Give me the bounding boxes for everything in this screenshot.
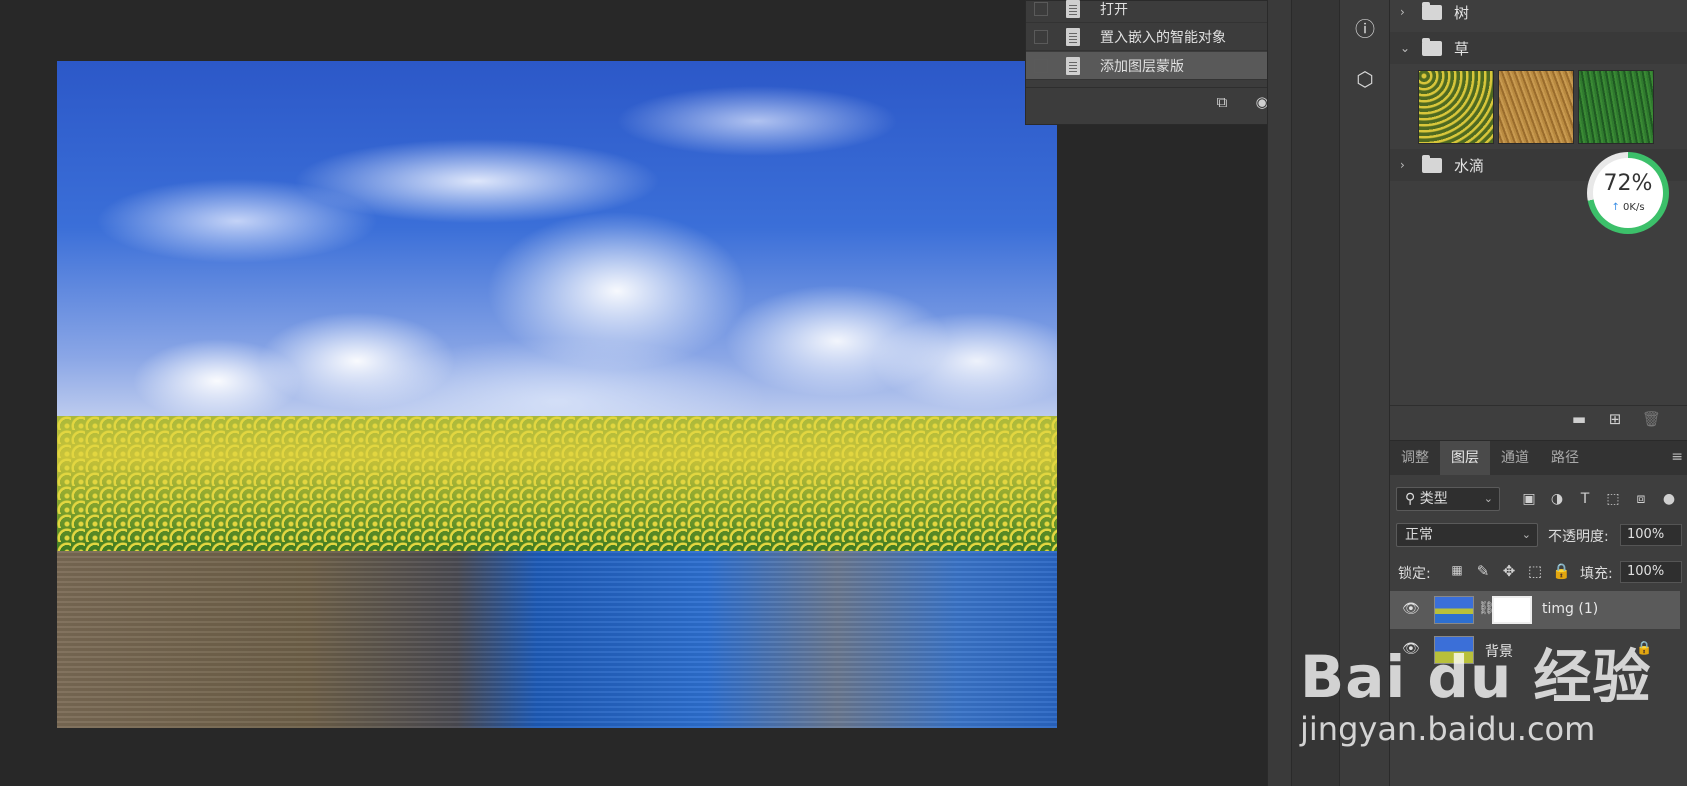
folder-open-icon <box>1422 37 1442 56</box>
add-element-icon[interactable]: ⊞ <box>1606 410 1624 428</box>
network-speed-badge: 72% ↑ 0K/s <box>1587 152 1669 234</box>
visibility-eye-icon[interactable]: 👁 <box>1402 641 1420 657</box>
lock-label: 锁定: <box>1398 566 1431 582</box>
lock-all-icon[interactable]: 🔒 <box>1552 562 1571 580</box>
fill-label: 填充: <box>1580 566 1613 582</box>
lock-artboard-icon[interactable]: ⬚ <box>1526 562 1544 580</box>
history-checkbox[interactable] <box>1034 29 1048 44</box>
library-group-label: 水滴 <box>1454 156 1485 175</box>
history-item-label: 添加图层蒙版 <box>1100 58 1184 75</box>
lock-image-pixels-brush-icon[interactable]: ✎ <box>1474 562 1492 580</box>
panel-collapse-strip[interactable] <box>1267 0 1291 786</box>
arrow-up-icon: ↑ <box>1611 202 1620 213</box>
library-group-label: 树 <box>1454 3 1470 22</box>
layer-mask-thumbnail[interactable] <box>1492 596 1532 624</box>
lock-position-move-icon[interactable]: ✥ <box>1500 562 1518 580</box>
delete-trash-icon[interactable]: 🗑 <box>1642 410 1661 428</box>
filter-type-value: 类型 <box>1419 491 1448 507</box>
canvas-rapeseed-field <box>57 416 1057 551</box>
folder-icon <box>1422 154 1442 173</box>
history-item-label: 打开 <box>1100 1 1128 18</box>
tab-layers[interactable]: 图层 <box>1440 441 1490 475</box>
tab-channels[interactable]: 通道 <box>1490 441 1540 475</box>
panel-tabs: 调整 图层 通道 路径 <box>1390 441 1687 475</box>
filter-type-icon[interactable]: T <box>1576 490 1594 508</box>
layer-thumbnail <box>1434 636 1474 664</box>
lock-icon: 🔒 <box>1636 641 1653 656</box>
opacity-label: 不透明度: <box>1548 529 1609 545</box>
chevron-down-icon[interactable]: ⌄ <box>1400 41 1414 55</box>
chevron-right-icon[interactable]: › <box>1400 5 1414 19</box>
chevron-down-icon: ⌄ <box>1521 528 1531 541</box>
opacity-input[interactable]: 100% <box>1620 524 1682 546</box>
new-document-from-state-icon[interactable]: ⧉ <box>1213 94 1231 110</box>
speed-percent: 72% <box>1603 171 1653 196</box>
speed-rate-value: 0K/s <box>1623 202 1645 213</box>
library-thumbnail-yellow-grass[interactable] <box>1418 70 1494 144</box>
visibility-eye-icon[interactable]: 👁 <box>1402 601 1420 617</box>
divider <box>1390 405 1687 406</box>
layer-filter-select[interactable]: ⚲ 类型 ⌄ <box>1396 487 1500 511</box>
library-thumbnail-dry-grass[interactable] <box>1498 70 1574 144</box>
history-checkbox[interactable] <box>1034 58 1048 73</box>
library-thumbnail-green-grass[interactable] <box>1578 70 1654 144</box>
layer-name: timg (1) <box>1542 601 1599 617</box>
chevron-down-icon: ⌄ <box>1483 492 1493 505</box>
search-icon: ⚲ <box>1405 491 1416 507</box>
3d-cube-icon[interactable]: ⬡ <box>1352 66 1378 92</box>
folder-icon <box>1422 1 1442 20</box>
filter-shape-icon[interactable]: ⬚ <box>1604 490 1622 508</box>
layers-panel: 调整 图层 通道 路径 ≡ ⚲ 类型 ⌄ ▣ ◑ T ⬚ ⧈ ● 正常 ⌄ 不透… <box>1389 440 1687 786</box>
canvas-water-reflection <box>57 551 1057 728</box>
history-checkbox[interactable] <box>1034 1 1048 16</box>
history-item-label: 置入嵌入的智能对象 <box>1100 29 1226 46</box>
chevron-right-icon[interactable]: › <box>1400 158 1414 172</box>
document-icon <box>1066 0 1080 18</box>
canvas-sky <box>57 61 1057 431</box>
document-canvas[interactable] <box>57 61 1057 728</box>
layer-row-background[interactable]: 👁 背景 🔒 <box>1390 631 1680 669</box>
layer-name: 背景 <box>1485 644 1513 660</box>
filter-toggle-icon[interactable]: ● <box>1660 490 1678 508</box>
filter-adjustment-icon[interactable]: ◑ <box>1548 490 1566 508</box>
document-icon <box>1066 56 1080 75</box>
icon-panel-strip: ⓘ ⬡ <box>1339 0 1389 786</box>
info-icon[interactable]: ⓘ <box>1352 16 1378 42</box>
document-icon <box>1066 27 1080 46</box>
library-group-label: 草 <box>1454 39 1470 58</box>
blend-mode-value: 正常 <box>1405 527 1433 543</box>
lock-transparent-pixels-icon[interactable]: ▦ <box>1448 563 1466 581</box>
fill-input[interactable]: 100% <box>1620 561 1682 583</box>
layer-row-timg[interactable]: 👁 ⛓ timg (1) <box>1390 591 1680 629</box>
panel-dock-strip <box>1291 0 1339 786</box>
filter-pixel-icon[interactable]: ▣ <box>1520 490 1538 508</box>
fill-value: 100% <box>1627 564 1665 579</box>
library-group-trees[interactable]: › 树 <box>1390 0 1687 28</box>
new-group-folder-icon[interactable]: ▬ <box>1570 410 1588 428</box>
blend-mode-select[interactable]: 正常 ⌄ <box>1396 523 1538 547</box>
panel-menu-icon[interactable]: ≡ <box>1671 449 1683 465</box>
filter-smart-object-icon[interactable]: ⧈ <box>1632 490 1650 508</box>
library-group-grass[interactable]: ⌄ 草 <box>1390 32 1687 64</box>
layer-thumbnail <box>1434 596 1474 624</box>
speed-rate: ↑ 0K/s <box>1593 202 1663 213</box>
tab-paths[interactable]: 路径 <box>1540 441 1590 475</box>
tab-adjustments[interactable]: 调整 <box>1390 441 1440 475</box>
opacity-value: 100% <box>1627 527 1665 542</box>
